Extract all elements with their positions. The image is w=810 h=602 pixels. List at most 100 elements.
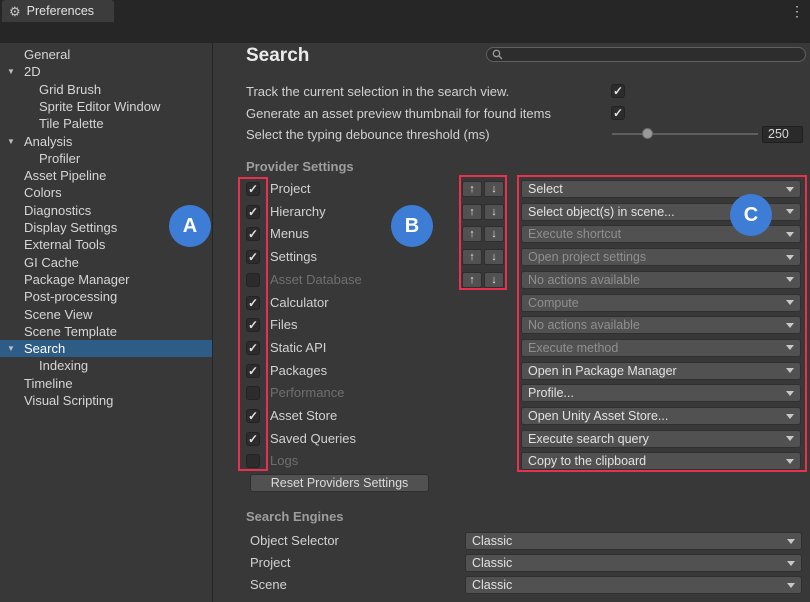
sidebar-item-gi-cache[interactable]: GI Cache <box>0 254 212 271</box>
move-up-button[interactable]: ↑ <box>462 272 482 288</box>
sidebar-item-scene-template[interactable]: Scene Template <box>0 323 212 340</box>
provider-action-dropdown[interactable]: No actions available <box>521 271 801 289</box>
sidebar-item-analysis[interactable]: ▼Analysis <box>0 133 212 150</box>
dropdown-value: No actions available <box>528 273 782 287</box>
provider-checkbox-performance[interactable] <box>246 386 260 400</box>
provider-checkbox-hierarchy[interactable]: ✓ <box>246 205 260 219</box>
sidebar-item-package-manager[interactable]: Package Manager <box>0 271 212 288</box>
chevron-down-icon <box>786 436 794 441</box>
provider-checkbox-settings[interactable]: ✓ <box>246 250 260 264</box>
provider-action-dropdown[interactable]: Open Unity Asset Store... <box>521 407 801 425</box>
foldout-arrow-icon[interactable]: ▼ <box>7 133 15 150</box>
foldout-arrow-icon[interactable]: ▼ <box>7 340 15 357</box>
sidebar-item-label: GI Cache <box>0 254 79 271</box>
chevron-down-icon <box>786 414 794 419</box>
sidebar-item-label: Tile Palette <box>0 115 104 132</box>
provider-action-dropdown[interactable]: Open project settings <box>521 248 801 266</box>
provider-checkbox-calculator[interactable]: ✓ <box>246 296 260 310</box>
provider-checkbox-menus[interactable]: ✓ <box>246 227 260 241</box>
move-down-button[interactable]: ↓ <box>484 272 504 288</box>
search-input[interactable] <box>486 47 806 62</box>
chevron-down-icon <box>786 209 794 214</box>
provider-label-menus: Menus <box>270 223 309 246</box>
debounce-slider-track[interactable] <box>612 133 758 135</box>
sidebar-item-tile-palette[interactable]: Tile Palette <box>0 115 212 132</box>
move-up-button[interactable]: ↑ <box>462 181 482 197</box>
move-down-button[interactable]: ↓ <box>484 249 504 265</box>
search-icon <box>492 49 503 60</box>
move-down-button[interactable]: ↓ <box>484 226 504 242</box>
provider-checkbox-saved-queries[interactable]: ✓ <box>246 432 260 446</box>
provider-action-dropdown[interactable]: No actions available <box>521 316 801 334</box>
engine-label-project: Project <box>250 553 290 573</box>
sidebar-item-scene-view[interactable]: Scene View <box>0 306 212 323</box>
sidebar-item-label: Post-processing <box>0 288 117 305</box>
move-up-button[interactable]: ↑ <box>462 204 482 220</box>
chevron-down-icon <box>787 583 795 588</box>
engine-dropdown-scene[interactable]: Classic <box>465 576 802 594</box>
kebab-menu-icon[interactable]: ⋮ <box>790 3 804 20</box>
sidebar-item-general[interactable]: General <box>0 46 212 63</box>
provider-action-dropdown[interactable]: Execute method <box>521 339 801 357</box>
title-bar: ⚙ Preferences ⋮ <box>0 0 810 22</box>
sidebar-item-colors[interactable]: Colors <box>0 184 212 201</box>
sidebar: General▼2DGrid BrushSprite Editor Window… <box>0 43 213 602</box>
sidebar-item-sprite-editor-window[interactable]: Sprite Editor Window <box>0 98 212 115</box>
sidebar-item-indexing[interactable]: Indexing <box>0 357 212 374</box>
provider-checkbox-files[interactable]: ✓ <box>246 318 260 332</box>
provider-checkbox-packages[interactable]: ✓ <box>246 364 260 378</box>
move-down-button[interactable]: ↓ <box>484 204 504 220</box>
engine-dropdown-object-selector[interactable]: Classic <box>465 532 802 550</box>
sidebar-item-label: Sprite Editor Window <box>0 98 160 115</box>
debounce-slider-handle[interactable] <box>642 128 653 139</box>
tab-preferences[interactable]: ⚙ Preferences <box>2 0 114 22</box>
preview-thumbnail-checkbox[interactable]: ✓ <box>611 106 625 120</box>
provider-checkbox-static-api[interactable]: ✓ <box>246 341 260 355</box>
provider-action-dropdown[interactable]: Copy to the clipboard <box>521 452 801 470</box>
annotation-label-b: B <box>391 205 433 247</box>
dropdown-value: Classic <box>472 534 783 548</box>
move-up-button[interactable]: ↑ <box>462 226 482 242</box>
track-selection-checkbox[interactable]: ✓ <box>611 84 625 98</box>
sidebar-item-post-processing[interactable]: Post-processing <box>0 288 212 305</box>
provider-checkbox-asset-database[interactable] <box>246 273 260 287</box>
annotation-label-c: C <box>730 194 772 236</box>
sidebar-item-label: Indexing <box>0 357 88 374</box>
sidebar-item-label: Grid Brush <box>0 81 101 98</box>
sidebar-item-label: General <box>0 46 70 63</box>
sidebar-item-2d[interactable]: ▼2D <box>0 63 212 80</box>
dropdown-value: Open project settings <box>528 250 782 264</box>
provider-action-dropdown[interactable]: Execute search query <box>521 430 801 448</box>
debounce-value-field[interactable]: 250 <box>762 126 803 143</box>
reset-providers-button[interactable]: Reset Providers Settings <box>250 474 429 492</box>
provider-checkbox-asset-store[interactable]: ✓ <box>246 409 260 423</box>
page-title: Search <box>246 45 309 67</box>
sidebar-item-search[interactable]: ▼Search <box>0 340 212 357</box>
sidebar-item-label: Scene Template <box>0 323 117 340</box>
sidebar-list: General▼2DGrid BrushSprite Editor Window… <box>0 43 212 602</box>
provider-action-dropdown[interactable]: Open in Package Manager <box>521 362 801 380</box>
sidebar-item-timeline[interactable]: Timeline <box>0 375 212 392</box>
provider-checkbox-logs[interactable] <box>246 454 260 468</box>
dropdown-value: Classic <box>472 578 783 592</box>
dropdown-value: Execute method <box>528 341 782 355</box>
move-down-button[interactable]: ↓ <box>484 181 504 197</box>
sidebar-item-asset-pipeline[interactable]: Asset Pipeline <box>0 167 212 184</box>
provider-checkbox-project[interactable]: ✓ <box>246 182 260 196</box>
move-up-button[interactable]: ↑ <box>462 249 482 265</box>
sidebar-item-label: Package Manager <box>0 271 130 288</box>
provider-label-calculator: Calculator <box>270 292 329 315</box>
sidebar-item-profiler[interactable]: Profiler <box>0 150 212 167</box>
provider-action-dropdown[interactable]: Profile... <box>521 384 801 402</box>
sidebar-item-grid-brush[interactable]: Grid Brush <box>0 81 212 98</box>
chevron-down-icon <box>786 255 794 260</box>
sidebar-item-label: Visual Scripting <box>0 392 113 409</box>
engine-dropdown-project[interactable]: Classic <box>465 554 802 572</box>
engine-label-object-selector: Object Selector <box>250 531 339 551</box>
foldout-arrow-icon[interactable]: ▼ <box>7 63 15 80</box>
sidebar-item-label: Diagnostics <box>0 202 91 219</box>
provider-action-dropdown[interactable]: Compute <box>521 294 801 312</box>
provider-label-performance: Performance <box>270 382 344 405</box>
sidebar-item-visual-scripting[interactable]: Visual Scripting <box>0 392 212 409</box>
provider-label-asset-database: Asset Database <box>270 269 362 292</box>
